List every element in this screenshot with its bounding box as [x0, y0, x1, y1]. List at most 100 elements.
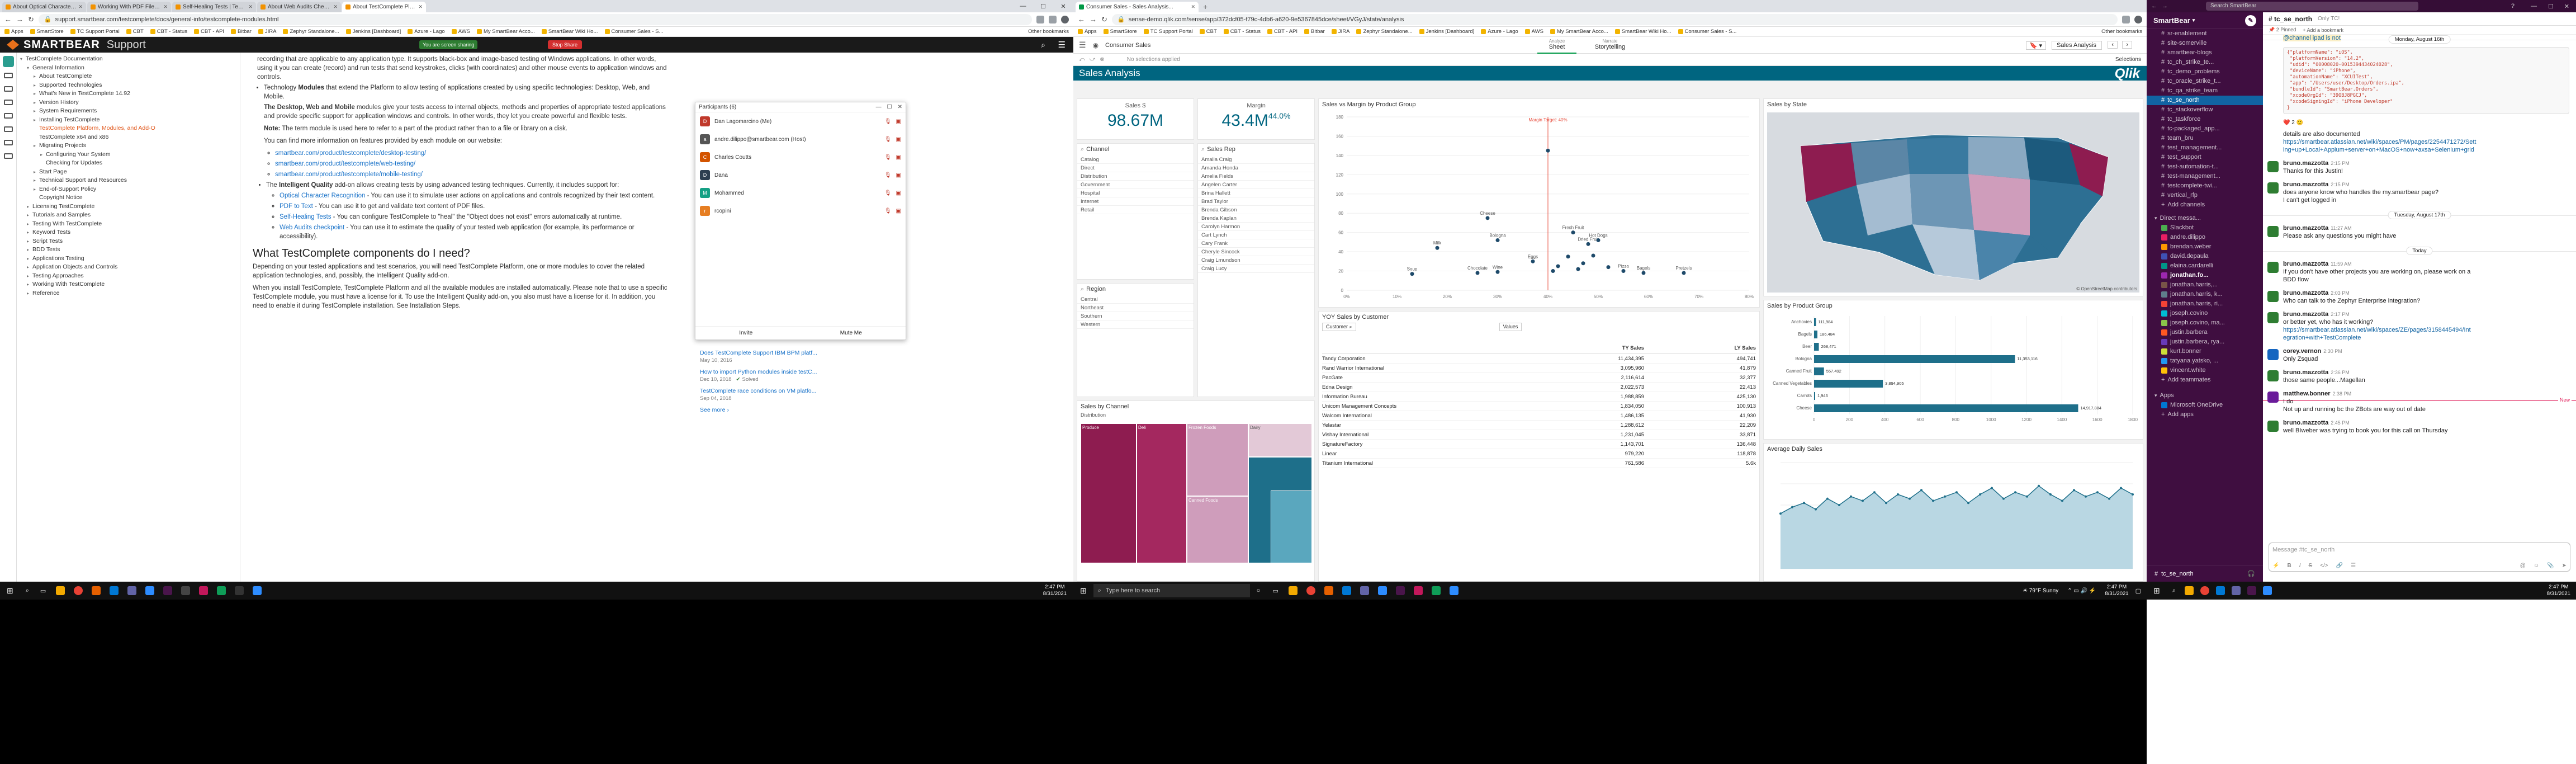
menu-icon[interactable]: ☰ [1079, 40, 1086, 50]
data-point[interactable] [2096, 491, 2099, 494]
close-tab-icon[interactable]: ✕ [163, 4, 168, 10]
nav-icon[interactable] [4, 113, 13, 119]
message[interactable]: corey.vernon 2:30 PM Only Zsquad [2263, 348, 2576, 366]
scatter-point[interactable] [1531, 259, 1535, 263]
bar[interactable] [1814, 355, 2015, 363]
close-icon[interactable]: ✕ [1053, 0, 1073, 12]
nav-icon[interactable] [4, 126, 13, 132]
sheet-dropdown[interactable]: Sales Analysis [2052, 41, 2102, 50]
tree-item[interactable]: TestComplete Platform, Modules, and Add-… [17, 124, 240, 133]
scatter-point[interactable] [1551, 269, 1555, 273]
message-composer[interactable]: Message #tc_se_north ⚡ B I S </> 🔗 ☰ @ ☺… [2269, 543, 2570, 572]
app-icon[interactable] [1395, 586, 1405, 595]
tree-item[interactable]: ▸ Version History [17, 98, 240, 107]
prev-sheet-icon[interactable]: ‹ [2108, 41, 2118, 49]
tree-item[interactable]: ▸ Start Page [17, 168, 240, 177]
related-question[interactable]: Does TestComplete Support IBM BPM platf.… [700, 349, 868, 365]
sidebar-channel[interactable]: # tc-packaged_app... [2147, 124, 2263, 134]
tree-item[interactable]: Checking for Updates [17, 159, 240, 168]
desktop-link[interactable]: smartbear.com/product/testcomplete/deskt… [275, 150, 426, 157]
scatter-point[interactable] [1682, 271, 1686, 275]
sidebar-channel[interactable]: # test_management... [2147, 143, 2263, 153]
scatter-point[interactable] [1576, 267, 1580, 271]
compose-icon[interactable]: ✎ [2245, 15, 2256, 26]
bookmark-item[interactable]: JIRA [1331, 29, 1349, 35]
question-title[interactable]: How to import Python modules inside test… [700, 368, 868, 376]
data-point[interactable] [1791, 506, 1793, 508]
filter-item[interactable]: Brina Hallett [1198, 189, 1314, 197]
chevron-right-icon[interactable]: ▸ [34, 81, 39, 90]
ocr-link[interactable]: Optical Character Recognition [280, 192, 365, 199]
avatar[interactable] [2267, 291, 2279, 302]
web-audits-link[interactable]: Web Audits checkpoint [280, 224, 344, 231]
app-icon[interactable] [1324, 586, 1333, 595]
sidebar-dm[interactable]: brendan.weber [2147, 242, 2263, 252]
message-time[interactable]: 2:03 PM [2331, 290, 2350, 296]
selection-forward-icon[interactable]: ⤻ [1090, 56, 1096, 63]
scatter-point[interactable] [1596, 238, 1600, 242]
kpi-margin[interactable]: Margin 43.4M44.0% [1197, 98, 1315, 140]
bookmark-item[interactable]: AWS [1524, 29, 1543, 35]
message-author[interactable]: bruno.mazzotta 2:17 PM [2283, 311, 2350, 318]
sidebar-channel[interactable]: # tc_taskforce [2147, 115, 2263, 124]
app-icon[interactable] [1342, 586, 1351, 595]
bookmark-item[interactable]: Jenkins [Dashboard] [345, 29, 401, 35]
question-title[interactable]: Does TestComplete Support IBM BPM platf.… [700, 349, 868, 357]
pinned-button[interactable]: 📌 2 Pinned [2269, 27, 2296, 33]
filter-item[interactable]: Angelen Carter [1198, 181, 1314, 189]
app-icon[interactable] [235, 586, 244, 595]
scatter-point[interactable] [1546, 148, 1550, 153]
search-icon[interactable]: ⌕ [1041, 40, 1045, 50]
message-author[interactable]: bruno.mazzotta 2:36 PM [2283, 369, 2350, 376]
bookmark-item[interactable]: Azure - Lago [1481, 29, 1518, 35]
scatter-point[interactable] [1495, 270, 1500, 274]
chevron-right-icon[interactable]: ▸ [27, 272, 32, 281]
tree-item[interactable]: ▸ Migrating Projects [17, 142, 240, 150]
start-icon[interactable]: ⊞ [1080, 586, 1087, 596]
bookmark-item[interactable]: Azure - Lago [408, 29, 445, 35]
add-bookmark-button[interactable]: + Add a bookmark [2303, 27, 2343, 33]
sidebar-dm[interactable]: justin.barbera [2147, 328, 2263, 337]
video-icon[interactable]: ▣ [896, 154, 901, 161]
date-chip[interactable]: Today [2406, 247, 2433, 255]
sidebar-channel[interactable]: # tc_qa_strike_team [2147, 86, 2263, 96]
tree-item[interactable]: ▸ End-of-Support Policy [17, 185, 240, 194]
mute-me-button[interactable]: Mute Me [840, 330, 862, 336]
toolbar-tab-storytelling[interactable]: Narrate Storytelling [1588, 37, 1632, 54]
web-link[interactable]: smartbear.com/product/testcomplete/web-t… [275, 161, 415, 167]
table-row[interactable]: Walcom International 1,486,135 41,930 [1322, 411, 1756, 421]
bar[interactable] [1814, 392, 1815, 400]
bar[interactable] [1814, 367, 1824, 375]
reload-icon[interactable]: ↻ [28, 15, 34, 24]
video-icon[interactable]: ▣ [896, 172, 901, 178]
filter-item[interactable]: Internet [1077, 197, 1194, 206]
minimize-icon[interactable]: — [876, 104, 882, 110]
kpi-sales[interactable]: Sales $ 98.67M [1077, 98, 1194, 140]
scatter-point[interactable] [1621, 269, 1626, 273]
data-point[interactable] [2073, 489, 2075, 492]
self-healing-link[interactable]: Self-Healing Tests [280, 214, 331, 220]
close-tab-icon[interactable]: ✕ [78, 4, 83, 10]
tree-item[interactable]: Copyright Notice [17, 194, 240, 202]
filter-item[interactable]: Direct [1077, 164, 1194, 172]
sidebar-channel[interactable]: # test-automation-t... [2147, 162, 2263, 172]
stop-share-button[interactable]: Stop Share [548, 40, 583, 49]
sidebar-dm[interactable]: Slackbot [2147, 223, 2263, 233]
maximize-icon[interactable]: ☐ [2548, 3, 2554, 10]
avatar[interactable] [2267, 262, 2279, 273]
scatter-point[interactable] [1495, 238, 1500, 242]
message-author[interactable]: matthew.bonner 2:38 PM [2283, 390, 2351, 397]
message-time[interactable]: 2:15 PM [2331, 161, 2350, 166]
minimize-icon[interactable]: — [1013, 0, 1033, 12]
sidebar-channel[interactable]: # testcomplete-twi... [2147, 181, 2263, 191]
related-question[interactable]: TestComplete race conditions on VM platf… [700, 387, 868, 403]
chevron-right-icon[interactable]: ▸ [34, 168, 39, 177]
sidebar-dm[interactable]: elaina.cardarelli [2147, 261, 2263, 271]
chevron-right-icon[interactable]: ▸ [27, 263, 32, 272]
data-point[interactable] [2049, 493, 2052, 496]
avatar[interactable] [2267, 226, 2279, 237]
sidebar-channel[interactable]: # tc_ch_strike_te... [2147, 58, 2263, 67]
forward-icon[interactable]: → [16, 15, 23, 23]
see-more-link[interactable]: See more › [700, 406, 868, 414]
tree-item[interactable]: ▸ Keyword Tests [17, 228, 240, 237]
